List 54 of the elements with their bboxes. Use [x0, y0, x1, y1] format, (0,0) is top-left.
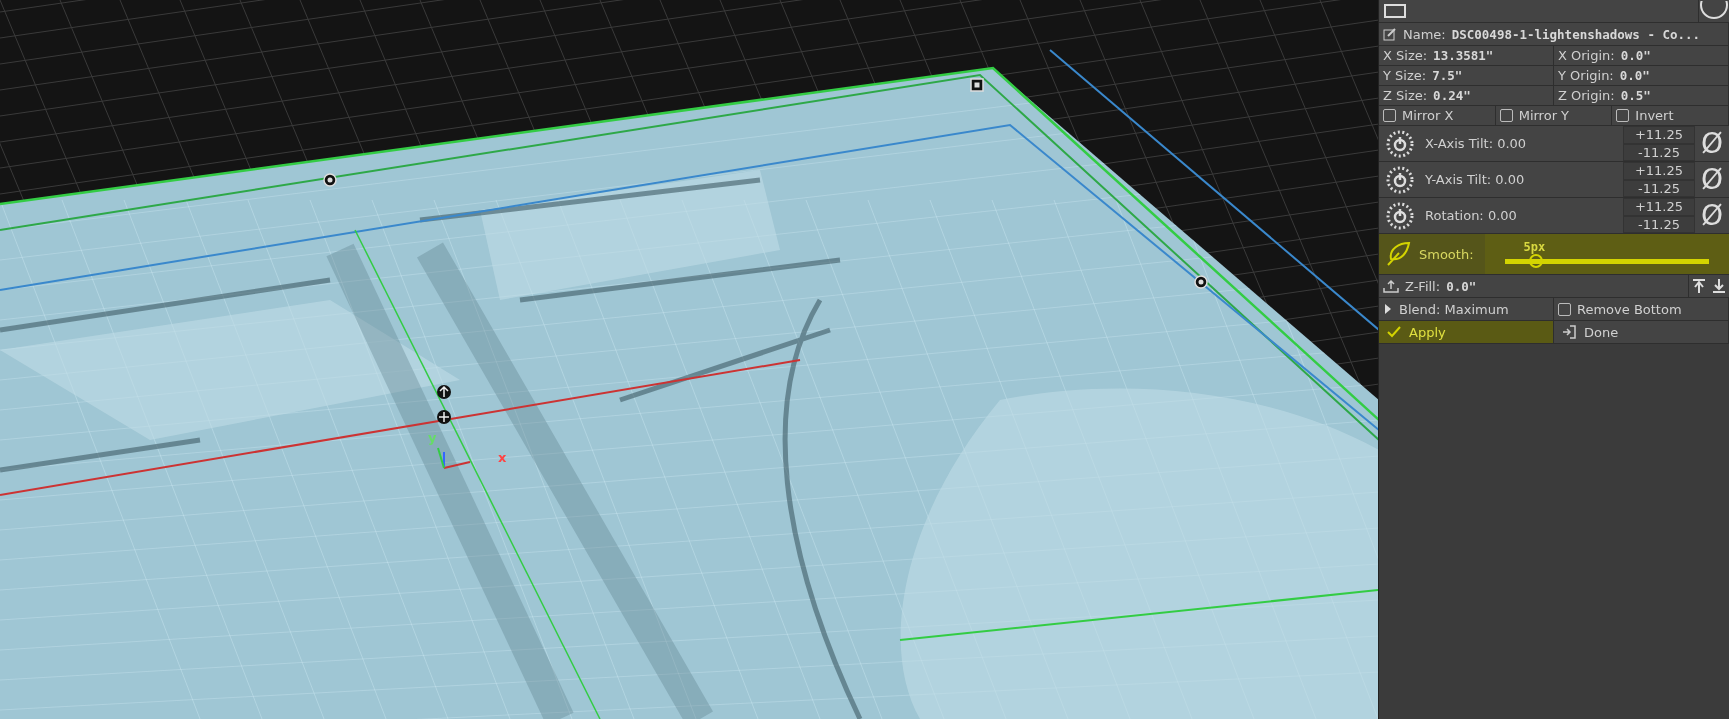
- handle-icon[interactable]: [970, 78, 984, 92]
- checkbox[interactable]: [1383, 109, 1396, 122]
- field-label: X Size:: [1383, 48, 1428, 63]
- adjustment-label: Y-Axis Tilt: 0.00: [1425, 172, 1525, 187]
- increment-button[interactable]: +11.25: [1623, 162, 1695, 180]
- slider-track[interactable]: [1505, 258, 1709, 264]
- checkbox[interactable]: [1616, 109, 1630, 122]
- checkbox-label: Mirror Y: [1518, 108, 1570, 123]
- field-value[interactable]: 7.5": [1432, 68, 1463, 83]
- field-value[interactable]: 0.0": [1446, 278, 1477, 294]
- handle-icon[interactable]: [323, 173, 337, 187]
- dial-icon: [1385, 128, 1415, 159]
- field-label: Z Origin:: [1558, 88, 1615, 103]
- field-value[interactable]: 0.0": [1620, 48, 1651, 63]
- field-label: Name:: [1403, 26, 1446, 42]
- slider-thumb[interactable]: [1528, 254, 1543, 268]
- checkbox-label: Mirror X: [1402, 108, 1454, 123]
- field-value[interactable]: 0.5": [1620, 88, 1651, 103]
- field-value[interactable]: 0.24": [1433, 88, 1471, 103]
- dial-icon: [1385, 164, 1415, 195]
- field-label: X Origin:: [1558, 48, 1615, 63]
- move-handle-icon[interactable]: [437, 410, 451, 424]
- slider-label: Smooth:: [1419, 246, 1474, 262]
- edit-icon: [1383, 27, 1397, 41]
- expand-arrow-icon[interactable]: [1383, 304, 1393, 314]
- feather-icon: [1385, 241, 1411, 267]
- adjustment-label: X-Axis Tilt: 0.00: [1425, 136, 1527, 151]
- field-label: Y Origin:: [1558, 68, 1614, 83]
- name-value[interactable]: DSC00498-1-lightenshadows - Co...: [1451, 26, 1701, 42]
- field-label: Z Size:: [1383, 88, 1428, 103]
- field-label: Y Size:: [1383, 68, 1427, 83]
- checkbox[interactable]: [1499, 109, 1513, 122]
- adjustment-label: Rotation: 0.00: [1425, 208, 1517, 223]
- field-value[interactable]: 13.3581": [1433, 48, 1494, 63]
- field-value[interactable]: 0.0": [1619, 68, 1650, 83]
- dropdown-label[interactable]: Blend: Maximum: [1399, 301, 1509, 317]
- field-label: Z-Fill:: [1405, 278, 1441, 294]
- tray-upload-icon: [1383, 279, 1399, 293]
- handle-icon[interactable]: [1194, 275, 1208, 289]
- dial-icon: [1385, 200, 1415, 231]
- axis-label: x: [498, 450, 507, 465]
- exit-door-icon: [1562, 325, 1576, 339]
- increment-button[interactable]: +11.25: [1623, 198, 1695, 216]
- checkbox-label: Invert: [1635, 108, 1674, 123]
- box-icon: [1383, 4, 1407, 18]
- increment-button[interactable]: +11.25: [1623, 126, 1695, 144]
- checkbox-label: Remove Bottom: [1577, 301, 1682, 317]
- axis-gizmo-drawing: [437, 447, 471, 469]
- slider-reading: 5px: [1523, 240, 1546, 254]
- up-arrow-handle-icon[interactable]: [437, 385, 451, 399]
- apply-button[interactable]: Apply: [1379, 321, 1554, 343]
- axis-label: y: [428, 430, 437, 445]
- checkmark-icon: [1387, 326, 1401, 338]
- checkbox[interactable]: [1558, 302, 1571, 316]
